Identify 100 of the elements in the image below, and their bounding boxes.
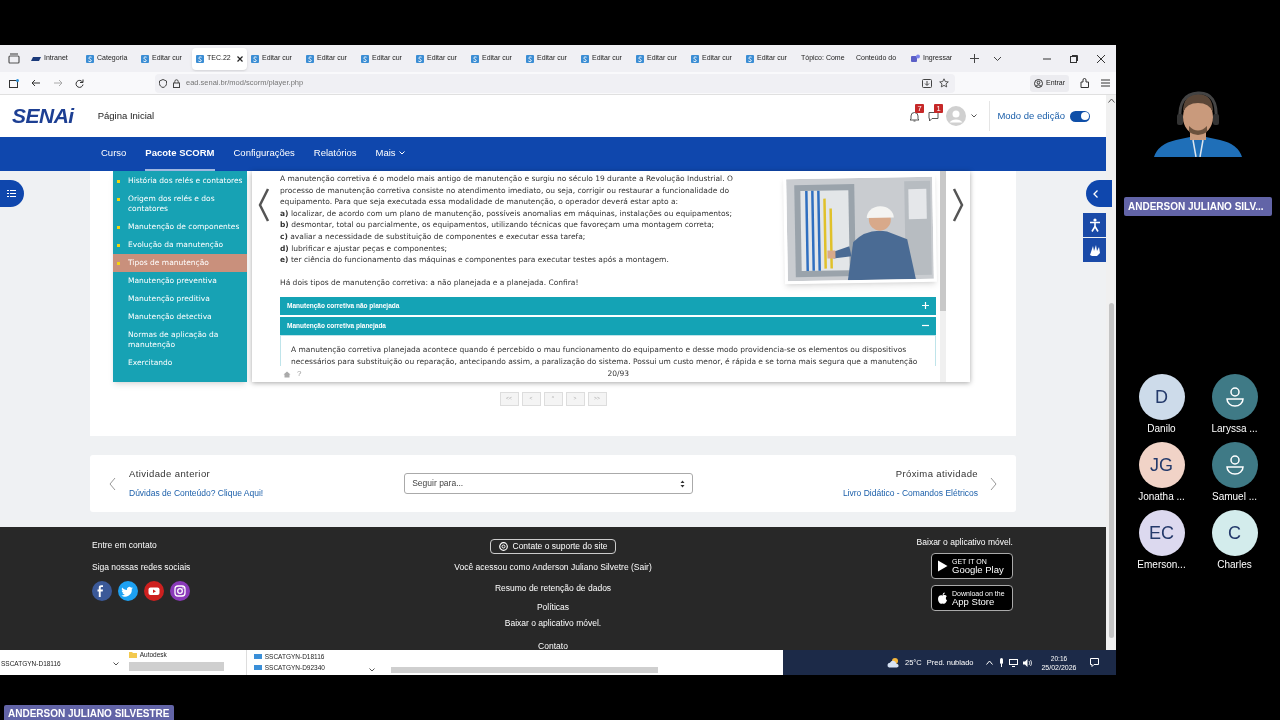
hands-icon — [1087, 243, 1102, 257]
nav-link[interactable]: Configurações — [233, 137, 295, 171]
footer-link[interactable]: Políticas — [536, 601, 570, 614]
footer-link[interactable]: Contato — [538, 639, 568, 653]
back-icon[interactable] — [31, 79, 41, 87]
nav-link[interactable]: Mais — [375, 137, 405, 171]
participant-avatar: JG — [1138, 442, 1185, 488]
favicon-icon — [581, 54, 589, 63]
bell-icon[interactable] — [909, 110, 921, 122]
favicon-icon — [196, 54, 204, 63]
next-activity-label: Próxima atividade — [895, 467, 978, 481]
download-icon[interactable] — [922, 78, 932, 88]
nav-link[interactable]: Relatórios — [313, 137, 357, 171]
participant-name: Samuel ... — [1212, 490, 1257, 504]
lifebuoy-icon — [498, 541, 508, 551]
favicon-icon — [526, 54, 534, 63]
chevron-down-icon[interactable] — [368, 668, 375, 672]
facebook-icon[interactable] — [92, 580, 112, 601]
sign-language-button[interactable] — [1083, 238, 1106, 262]
chevron-up-icon[interactable] — [986, 660, 994, 665]
editing-mode-label: Modo de edição — [997, 108, 1065, 123]
participant-avatar: EC — [1138, 510, 1185, 556]
extensions-icon[interactable] — [1079, 78, 1090, 88]
apple-icon — [937, 591, 948, 604]
scrollbar-thumb[interactable] — [390, 667, 658, 673]
footer-text: Você acessou como Anderson Juliano Silvetre (Sair) — [454, 560, 652, 574]
chevron-down-icon[interactable] — [993, 55, 1002, 62]
plus-icon[interactable] — [970, 54, 979, 63]
participant-avatar: D — [1138, 374, 1185, 420]
instagram-icon[interactable] — [170, 580, 190, 601]
accessibility-button[interactable] — [1083, 213, 1106, 237]
sidebar-icon[interactable] — [9, 78, 19, 88]
chevron-left-icon[interactable] — [109, 476, 116, 491]
favicon-icon — [471, 54, 479, 63]
participant-name: Danilo — [1147, 422, 1176, 436]
support-button[interactable]: Contate o suporte do site — [489, 539, 617, 554]
star-icon[interactable] — [939, 78, 949, 88]
participant-name: Jonatha ... — [1138, 490, 1185, 504]
notification-icon[interactable] — [1089, 658, 1099, 667]
scrollbar-thumb[interactable] — [128, 661, 224, 671]
lock-icon — [173, 78, 180, 88]
participant-avatar: C — [1211, 510, 1258, 556]
next-activity-link[interactable]: Livro Didático - Comandos Elétricos — [842, 487, 978, 500]
favicon-icon — [746, 54, 754, 63]
footer-text: Entre em contato — [92, 539, 157, 552]
scroll-up-icon[interactable] — [1107, 98, 1115, 103]
jump-to-select[interactable]: Seguir para... — [404, 473, 694, 494]
home-link[interactable]: Página Inicial — [97, 108, 155, 124]
next-icon[interactable] — [952, 188, 964, 222]
person-icon — [1224, 387, 1245, 407]
list-icon — [7, 190, 16, 197]
favicon-icon — [911, 54, 920, 63]
editing-mode-toggle[interactable] — [1070, 110, 1090, 122]
scrollbar-thumb[interactable] — [1108, 303, 1114, 638]
participant-name: Charles — [1217, 558, 1252, 572]
footer-text: Baixar o aplicativo móvel. — [916, 536, 1013, 549]
footer-link[interactable]: Baixar o aplicativo móvel. — [504, 617, 602, 630]
drawer-toggle-button[interactable] — [1086, 180, 1112, 207]
scrollbar-thumb[interactable] — [940, 171, 946, 311]
favicon-icon — [306, 54, 314, 63]
accessibility-icon — [1088, 218, 1101, 232]
person-icon — [1224, 455, 1245, 475]
chat-icon[interactable] — [928, 110, 940, 122]
youtube-icon[interactable] — [144, 580, 164, 601]
chevron-down-icon[interactable] — [112, 662, 119, 666]
account-icon — [1034, 78, 1043, 88]
select-arrows-icon — [680, 479, 686, 488]
participant-name: Laryssa ... — [1211, 422, 1258, 436]
participant-name: Emerson... — [1137, 558, 1186, 572]
weather-icon — [887, 657, 901, 668]
network-icon[interactable] — [1009, 658, 1019, 667]
tab-list-icon[interactable] — [7, 53, 20, 64]
favicon-icon — [251, 54, 259, 63]
site-logo[interactable]: SENAi — [12, 100, 74, 132]
twitter-icon[interactable] — [118, 580, 138, 601]
close-icon[interactable] — [237, 55, 243, 62]
reload-icon[interactable] — [75, 78, 84, 88]
chevron-right-icon[interactable] — [990, 476, 997, 491]
shield-icon — [159, 78, 167, 88]
footer-text: Siga nossas redes sociais — [92, 560, 191, 574]
favicon-icon — [141, 54, 149, 63]
footer-link[interactable]: Resumo de retenção de dados — [494, 581, 612, 595]
favicon-icon — [636, 54, 644, 63]
plus-icon — [922, 302, 929, 310]
microphone-icon[interactable] — [999, 658, 1005, 667]
chevron-left-icon — [1093, 189, 1098, 198]
previous-activity-label: Atividade anterior — [129, 467, 212, 481]
caret-icon — [398, 151, 405, 155]
previous-activity-link[interactable]: Dúvidas de Conteúdo? Clique Aqui! — [129, 487, 264, 500]
favicon-icon — [691, 54, 699, 63]
maximize-icon[interactable] — [1070, 54, 1078, 63]
close-icon[interactable] — [1097, 54, 1105, 63]
menu-icon[interactable] — [1101, 79, 1111, 87]
caret-icon[interactable] — [971, 114, 978, 118]
volume-icon[interactable] — [1023, 658, 1033, 667]
name-tag: ANDERSON JULIANO SILV... — [1124, 197, 1272, 216]
play-icon — [937, 559, 948, 572]
nav-link[interactable]: Curso — [101, 137, 127, 171]
name-tag: ANDERSON JULIANO SILVESTRE — [4, 705, 174, 720]
previous-icon[interactable] — [258, 188, 270, 222]
